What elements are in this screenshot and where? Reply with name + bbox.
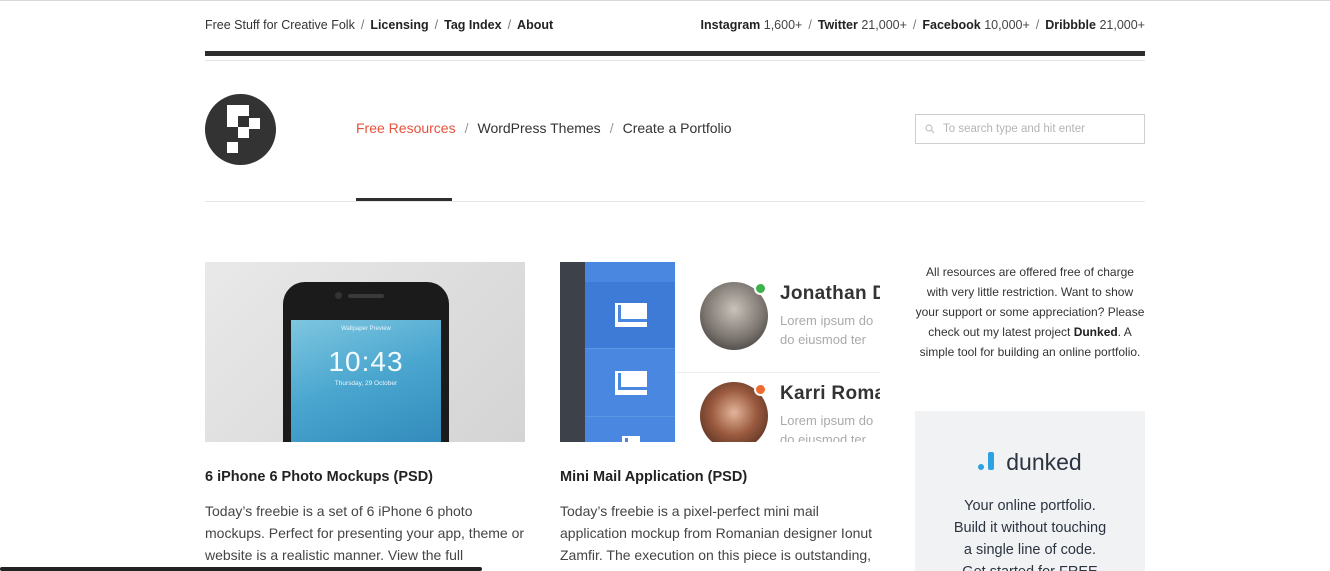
message-preview: Lorem ipsum do [780, 413, 874, 428]
ad-line: Your online portfolio. [964, 498, 1096, 514]
separator: / [360, 18, 365, 32]
mail-nav-row [585, 282, 675, 349]
nav-create-portfolio[interactable]: Create a Portfolio [623, 120, 732, 136]
post-excerpt: Today’s freebie is a pixel-perfect mini … [560, 503, 873, 563]
dribbble-label: Dribbble [1045, 18, 1096, 32]
post-title[interactable]: Mini Mail Application (PSD) [560, 469, 880, 485]
lockscreen-time: 10:43 [328, 346, 404, 377]
mail-nav-row [585, 350, 675, 417]
instagram-link[interactable]: Instagram 1,600+ [701, 18, 803, 32]
ad-line: Build it without touching [953, 520, 1107, 536]
dribbble-count: 21,000+ [1099, 18, 1145, 32]
horizontal-scrollbar[interactable] [0, 567, 482, 571]
post-excerpt: Today’s freebie is a set of 6 iPhone 6 p… [205, 503, 525, 563]
ad-line: Get started for FREE [915, 561, 1145, 571]
about-link[interactable]: About [517, 18, 553, 32]
search-input[interactable] [943, 115, 1138, 143]
separator: / [434, 18, 439, 32]
social-links: Instagram 1,600+ / Twitter 21,000+ / Faceboo… [701, 18, 1145, 32]
twitter-link[interactable]: Twitter 21,000+ [818, 18, 907, 32]
ad-line: a single line of code. [963, 542, 1097, 558]
divider [675, 372, 880, 373]
main-nav: Free Resources / WordPress Themes / Create a… [356, 120, 732, 136]
separator: / [464, 120, 469, 136]
twitter-count: 21,000+ [861, 18, 907, 32]
top-links: Free Stuff for Creative Folk / Licensing / T… [205, 18, 553, 32]
search-box[interactable] [915, 114, 1145, 144]
post-title[interactable]: 6 iPhone 6 Photo Mockups (PSD) [205, 469, 525, 485]
sidebar-blurb: All resources are offered free of charge… [915, 262, 1145, 362]
contact-name: Karri Roman [780, 383, 880, 404]
facebook-count: 10,000+ [984, 18, 1030, 32]
iphone-image: Wallpaper Preview 10:43 Thursday, 29 Oct… [283, 282, 449, 442]
separator: / [912, 18, 917, 32]
separator: / [507, 18, 512, 32]
site-logo[interactable] [205, 94, 276, 165]
dunked-link[interactable]: Dunked [1074, 325, 1118, 339]
mail-send-icon [615, 371, 647, 395]
instagram-label: Instagram [700, 18, 761, 32]
status-dot [754, 282, 767, 295]
logo-pixel [227, 142, 238, 153]
instagram-count: 1,600+ [763, 18, 803, 32]
dunked-wordmark: dunked [1006, 449, 1082, 475]
mail-icon [615, 303, 647, 327]
dunked-ad[interactable]: dunked Your online portfolio. Build it w… [915, 411, 1145, 571]
header-rule-thick [205, 51, 1145, 56]
nav-rule [205, 201, 1145, 202]
nav-wordpress-themes[interactable]: WordPress Themes [477, 120, 600, 136]
message-preview: do eiusmod ter [780, 332, 866, 347]
dunked-logo: dunked [915, 449, 1145, 476]
logo-pixel [249, 118, 260, 129]
phone-speaker [348, 294, 384, 298]
tagline-link[interactable]: Free Stuff for Creative Folk [205, 18, 355, 32]
status-dot [754, 383, 767, 396]
mail-sidebar-dark [560, 262, 585, 442]
phone-screen: Wallpaper Preview 10:43 Thursday, 29 Oct… [291, 320, 441, 442]
separator: / [609, 120, 614, 136]
facebook-link[interactable]: Facebook 10,000+ [922, 18, 1029, 32]
separator: / [1035, 18, 1040, 32]
post-thumbnail[interactable]: Jonathan D Lorem ipsum do do eiusmod ter… [560, 262, 880, 442]
mail-trash-icon [622, 436, 640, 442]
wallpaper-label: Wallpaper Preview [341, 326, 391, 332]
dunked-logo-icon [978, 452, 998, 472]
facebook-label: Facebook [922, 18, 981, 32]
message-preview: Lorem ipsum do [780, 313, 874, 328]
twitter-label: Twitter [817, 18, 858, 32]
phone-camera [335, 292, 342, 299]
logo-pixel [227, 116, 238, 127]
top-border [0, 0, 1330, 1]
lockscreen-date: Thursday, 29 October [334, 380, 398, 387]
header-rule-thin [205, 60, 1145, 61]
licensing-link[interactable]: Licensing [370, 18, 428, 32]
top-bar: Free Stuff for Creative Folk / Licensing / T… [205, 18, 1145, 34]
logo-pixel [238, 105, 249, 116]
search-icon [925, 124, 935, 134]
dribbble-link[interactable]: Dribbble 21,000+ [1045, 18, 1145, 32]
separator: / [808, 18, 812, 32]
tag-index-link[interactable]: Tag Index [444, 18, 501, 32]
logo-pixel [238, 127, 249, 138]
contact-name: Jonathan D [780, 283, 880, 304]
logo-pixel [227, 105, 238, 116]
message-preview: do eiusmod ter [780, 432, 866, 442]
ad-copy: Your online portfolio. Build it without … [915, 495, 1145, 571]
post-thumbnail[interactable]: Wallpaper Preview 10:43 Thursday, 29 Oct… [205, 262, 525, 442]
nav-free-resources[interactable]: Free Resources [356, 120, 456, 136]
mail-nav-row [585, 418, 675, 442]
